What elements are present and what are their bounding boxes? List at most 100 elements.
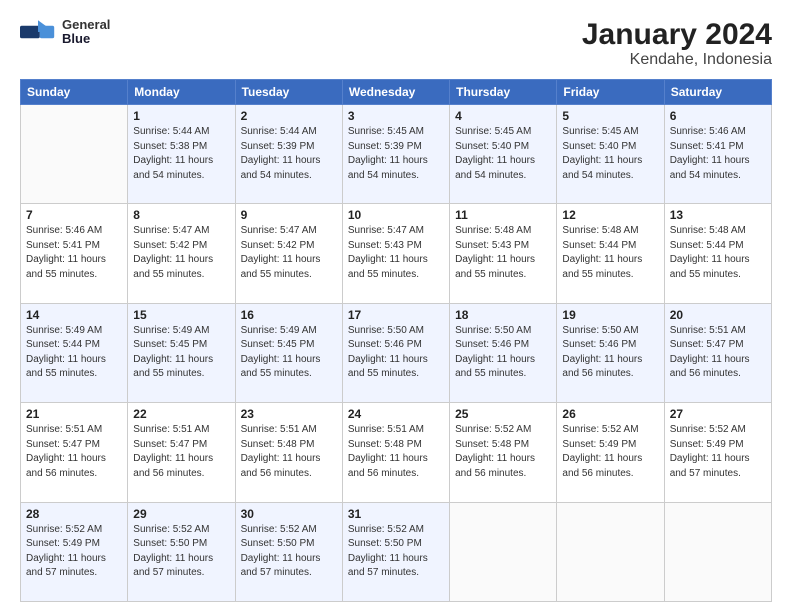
calendar-week-row: 7 Sunrise: 5:46 AM Sunset: 5:41 PM Daylig… (21, 204, 772, 303)
calendar-cell: 28 Sunrise: 5:52 AM Sunset: 5:49 PM Dayli… (21, 502, 128, 601)
calendar-body: 1 Sunrise: 5:44 AM Sunset: 5:38 PM Daylig… (21, 105, 772, 602)
day-info: Sunrise: 5:52 AM Sunset: 5:48 PM Dayligh… (455, 423, 551, 481)
calendar-cell: 18Sunrise: 5:50 AM Sunset: 5:46 PM Dayli… (450, 303, 557, 402)
day-number: 22 (133, 407, 229, 421)
day-info: Sunrise: 5:52 AM Sunset: 5:49 PM Dayligh… (26, 523, 122, 581)
day-number: 20 (670, 308, 766, 322)
day-number: 3 (348, 109, 444, 123)
day-info: Sunrise: 5:44 AM Sunset: 5:38 PM Dayligh… (133, 125, 229, 183)
day-info: Sunrise: 5:51 AM Sunset: 5:48 PM Dayligh… (348, 423, 444, 481)
calendar-cell: 16 Sunrise: 5:49 AM Sunset: 5:45 PM Dayli… (235, 303, 342, 402)
calendar-cell: 11Sunrise: 5:48 AM Sunset: 5:43 PM Dayli… (450, 204, 557, 303)
day-info: Sunrise: 5:51 AM Sunset: 5:47 PM Dayligh… (26, 423, 122, 481)
calendar-cell (557, 502, 664, 601)
logo-line1: General (62, 18, 110, 32)
logo-icon (20, 18, 56, 46)
day-number: 25 (455, 407, 551, 421)
day-number: 24 (348, 407, 444, 421)
day-info: Sunrise: 5:52 AM Sunset: 5:49 PM Dayligh… (562, 423, 658, 481)
day-info: Sunrise: 5:52 AM Sunset: 5:49 PM Dayligh… (670, 423, 766, 481)
calendar-cell: 7 Sunrise: 5:46 AM Sunset: 5:41 PM Daylig… (21, 204, 128, 303)
day-info: Sunrise: 5:52 AM Sunset: 5:50 PM Dayligh… (348, 523, 444, 581)
day-number: 16 (241, 308, 337, 322)
weekday-row: SundayMondayTuesdayWednesdayThursdayFrid… (21, 80, 772, 105)
calendar-cell: 2Sunrise: 5:44 AM Sunset: 5:39 PM Daylig… (235, 105, 342, 204)
day-info: Sunrise: 5:51 AM Sunset: 5:47 PM Dayligh… (670, 324, 766, 382)
calendar-cell: 27Sunrise: 5:52 AM Sunset: 5:49 PM Dayli… (664, 403, 771, 502)
calendar-week-row: 1 Sunrise: 5:44 AM Sunset: 5:38 PM Daylig… (21, 105, 772, 204)
calendar-cell: 14 Sunrise: 5:49 AM Sunset: 5:44 PM Dayli… (21, 303, 128, 402)
day-number: 10 (348, 208, 444, 222)
title-block: January 2024 Kendahe, Indonesia (582, 18, 772, 69)
calendar-cell: 12 Sunrise: 5:48 AM Sunset: 5:44 PM Dayli… (557, 204, 664, 303)
calendar-cell: 4 Sunrise: 5:45 AM Sunset: 5:40 PM Daylig… (450, 105, 557, 204)
weekday-header: Monday (128, 80, 235, 105)
weekday-header: Wednesday (342, 80, 449, 105)
calendar-cell: 19 Sunrise: 5:50 AM Sunset: 5:46 PM Dayli… (557, 303, 664, 402)
day-info: Sunrise: 5:45 AM Sunset: 5:40 PM Dayligh… (455, 125, 551, 183)
weekday-header: Tuesday (235, 80, 342, 105)
day-info: Sunrise: 5:50 AM Sunset: 5:46 PM Dayligh… (348, 324, 444, 382)
day-number: 12 (562, 208, 658, 222)
day-info: Sunrise: 5:48 AM Sunset: 5:44 PM Dayligh… (562, 224, 658, 282)
day-number: 2 (241, 109, 337, 123)
calendar-cell: 15 Sunrise: 5:49 AM Sunset: 5:45 PM Dayli… (128, 303, 235, 402)
day-number: 14 (26, 308, 122, 322)
day-info: Sunrise: 5:49 AM Sunset: 5:45 PM Dayligh… (241, 324, 337, 382)
calendar-week-row: 28 Sunrise: 5:52 AM Sunset: 5:49 PM Dayli… (21, 502, 772, 601)
day-info: Sunrise: 5:47 AM Sunset: 5:43 PM Dayligh… (348, 224, 444, 282)
calendar-cell: 24 Sunrise: 5:51 AM Sunset: 5:48 PM Dayli… (342, 403, 449, 502)
calendar-header: SundayMondayTuesdayWednesdayThursdayFrid… (21, 80, 772, 105)
day-number: 8 (133, 208, 229, 222)
day-number: 15 (133, 308, 229, 322)
logo: General Blue (20, 18, 110, 47)
day-number: 13 (670, 208, 766, 222)
calendar-cell: 13 Sunrise: 5:48 AM Sunset: 5:44 PM Dayli… (664, 204, 771, 303)
day-info: Sunrise: 5:49 AM Sunset: 5:45 PM Dayligh… (133, 324, 229, 382)
logo-line2: Blue (62, 32, 110, 46)
calendar-cell: 31 Sunrise: 5:52 AM Sunset: 5:50 PM Dayli… (342, 502, 449, 601)
header: General Blue January 2024 Kendahe, Indon… (20, 18, 772, 69)
day-info: Sunrise: 5:48 AM Sunset: 5:43 PM Dayligh… (455, 224, 551, 282)
day-number: 17 (348, 308, 444, 322)
calendar-week-row: 21 Sunrise: 5:51 AM Sunset: 5:47 PM Dayli… (21, 403, 772, 502)
day-info: Sunrise: 5:49 AM Sunset: 5:44 PM Dayligh… (26, 324, 122, 382)
day-info: Sunrise: 5:46 AM Sunset: 5:41 PM Dayligh… (670, 125, 766, 183)
calendar-table: SundayMondayTuesdayWednesdayThursdayFrid… (20, 79, 772, 602)
day-number: 7 (26, 208, 122, 222)
weekday-header: Sunday (21, 80, 128, 105)
calendar-title: January 2024 (582, 18, 772, 51)
weekday-header: Friday (557, 80, 664, 105)
calendar-cell: 5Sunrise: 5:45 AM Sunset: 5:40 PM Daylig… (557, 105, 664, 204)
calendar-cell: 26 Sunrise: 5:52 AM Sunset: 5:49 PM Dayli… (557, 403, 664, 502)
day-number: 5 (562, 109, 658, 123)
page: General Blue January 2024 Kendahe, Indon… (0, 0, 792, 612)
calendar-cell: 8 Sunrise: 5:47 AM Sunset: 5:42 PM Daylig… (128, 204, 235, 303)
day-number: 28 (26, 507, 122, 521)
day-number: 31 (348, 507, 444, 521)
calendar-cell: 3Sunrise: 5:45 AM Sunset: 5:39 PM Daylig… (342, 105, 449, 204)
day-info: Sunrise: 5:52 AM Sunset: 5:50 PM Dayligh… (241, 523, 337, 581)
day-number: 30 (241, 507, 337, 521)
day-number: 19 (562, 308, 658, 322)
day-number: 18 (455, 308, 551, 322)
calendar-cell: 22 Sunrise: 5:51 AM Sunset: 5:47 PM Dayli… (128, 403, 235, 502)
day-info: Sunrise: 5:47 AM Sunset: 5:42 PM Dayligh… (133, 224, 229, 282)
calendar-cell (664, 502, 771, 601)
weekday-header: Saturday (664, 80, 771, 105)
day-info: Sunrise: 5:51 AM Sunset: 5:47 PM Dayligh… (133, 423, 229, 481)
day-number: 1 (133, 109, 229, 123)
day-number: 4 (455, 109, 551, 123)
day-info: Sunrise: 5:50 AM Sunset: 5:46 PM Dayligh… (562, 324, 658, 382)
day-info: Sunrise: 5:52 AM Sunset: 5:50 PM Dayligh… (133, 523, 229, 581)
calendar-cell: 9Sunrise: 5:47 AM Sunset: 5:42 PM Daylig… (235, 204, 342, 303)
day-info: Sunrise: 5:48 AM Sunset: 5:44 PM Dayligh… (670, 224, 766, 282)
calendar-cell: 23Sunrise: 5:51 AM Sunset: 5:48 PM Dayli… (235, 403, 342, 502)
day-number: 26 (562, 407, 658, 421)
day-info: Sunrise: 5:46 AM Sunset: 5:41 PM Dayligh… (26, 224, 122, 282)
day-info: Sunrise: 5:47 AM Sunset: 5:42 PM Dayligh… (241, 224, 337, 282)
calendar-cell: 20 Sunrise: 5:51 AM Sunset: 5:47 PM Dayli… (664, 303, 771, 402)
calendar-cell (450, 502, 557, 601)
calendar-week-row: 14 Sunrise: 5:49 AM Sunset: 5:44 PM Dayli… (21, 303, 772, 402)
day-number: 21 (26, 407, 122, 421)
